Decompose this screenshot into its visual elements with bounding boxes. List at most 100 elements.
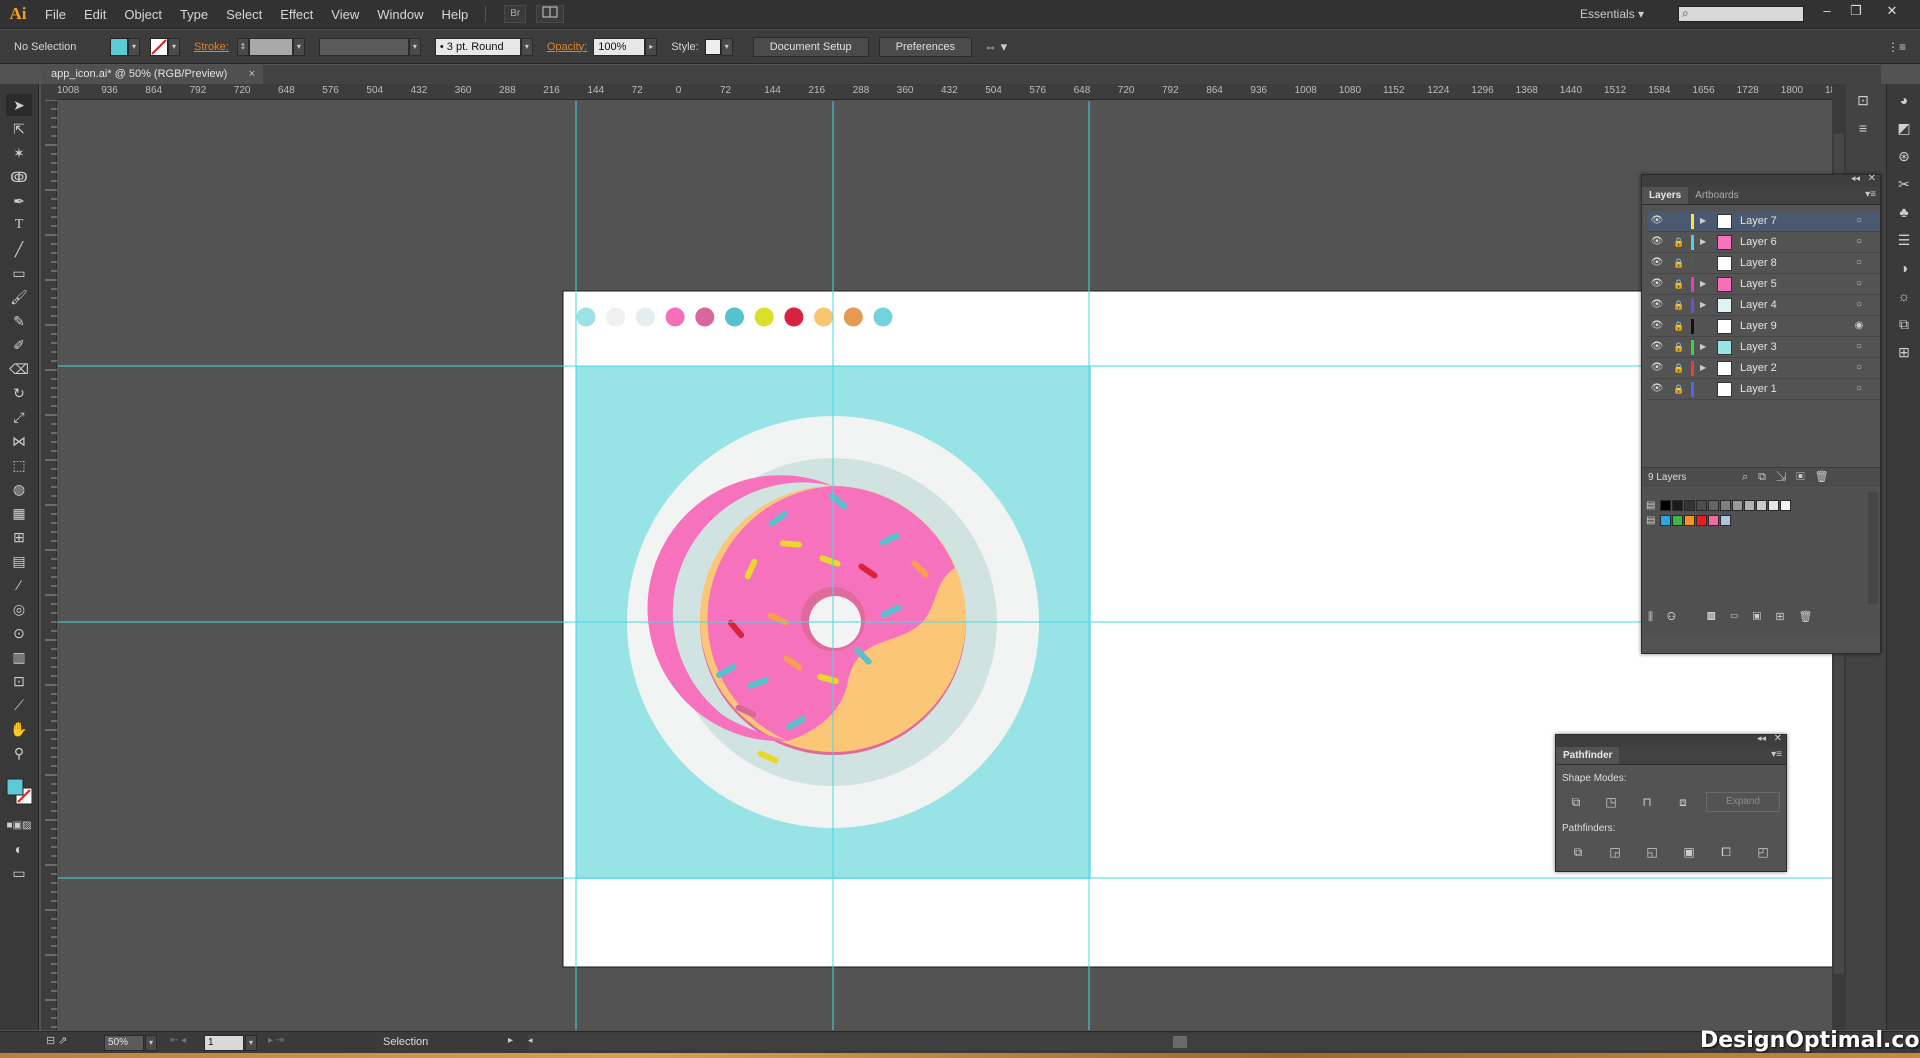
tab-artboards[interactable]: Artboards [1688,187,1745,204]
color-swatch[interactable] [1684,515,1695,526]
expand-arrow-icon[interactable]: ▶ [1700,211,1710,231]
stroke-weight-dropdown[interactable]: ▾ [292,37,305,56]
visibility-eye-icon[interactable]: 👁 [1649,379,1665,399]
menu-help[interactable]: Help [432,0,477,29]
target-icon[interactable]: ○ [1853,337,1865,357]
outline-icon[interactable]: ⧠ [1716,843,1736,861]
zoom-dropdown[interactable]: ▾ [145,1035,157,1051]
gradient-tool-icon[interactable]: ▤ [6,550,32,572]
stroke-panel-icon[interactable]: ☰ [1894,230,1914,250]
layer-name[interactable]: Layer 9 [1740,316,1777,336]
target-icon[interactable]: ○ [1853,358,1865,378]
layer-name[interactable]: Layer 3 [1740,337,1777,357]
layer-name[interactable]: Layer 1 [1740,379,1777,399]
visibility-eye-icon[interactable]: 👁 [1649,211,1665,231]
minus-back-icon[interactable]: ◰ [1753,843,1773,861]
visibility-eye-icon[interactable]: 👁 [1649,274,1665,294]
color-swatch[interactable] [1660,515,1671,526]
color-swatch[interactable] [1684,500,1695,511]
layer-name[interactable]: Layer 4 [1740,295,1777,315]
color-swatch[interactable] [1696,515,1707,526]
width-tool-icon[interactable]: ⋈ [6,430,32,452]
color-swatch[interactable] [1708,515,1719,526]
crop-icon[interactable]: ▣ [1679,843,1699,861]
layer-row[interactable]: 👁 🔒 Layer 9 ◉ [1647,316,1880,337]
palette-dot[interactable] [635,307,655,327]
style-swatch[interactable] [704,38,721,55]
target-icon[interactable]: ◉ [1853,316,1865,336]
zoom-field[interactable]: 50% [104,1035,144,1051]
paintbrush-tool-icon[interactable]: 🖌 [6,286,32,308]
appearance-panel-icon[interactable]: ☼ [1894,286,1914,306]
magic-wand-tool-icon[interactable]: ✶ [6,142,32,164]
artboard-tool-icon[interactable]: ⊡ [6,670,32,692]
mesh-tool-icon[interactable]: ⊞ [6,526,32,548]
expand-arrow-icon[interactable]: ▶ [1700,295,1710,315]
color-swatch[interactable] [1696,500,1707,511]
rotate-tool-icon[interactable]: ↻ [6,382,32,404]
ruler-origin[interactable] [41,84,57,100]
horizontal-ruler[interactable]: 1008 936 864 792 720 648 576 504 432 360 288 216 144… [57,84,1832,100]
restore-button[interactable]: ❐ [1844,0,1868,22]
tab-layers[interactable]: Layers [1642,187,1689,204]
vertical-ruler[interactable] [41,99,57,1030]
direct-selection-tool-icon[interactable]: ⇱ [6,118,32,140]
target-icon[interactable]: ○ [1853,295,1865,315]
lock-icon[interactable]: 🔒 [1671,379,1687,399]
palette-dot[interactable] [665,307,685,327]
canvas-area[interactable] [58,101,1832,1030]
palette-dot[interactable] [576,307,596,327]
collapse-pathfinder-icon[interactable]: ◂◂ [1757,733,1766,744]
unite-icon[interactable]: ⧉ [1566,793,1586,811]
fill-stroke-widget[interactable] [6,774,32,808]
target-icon[interactable]: ○ [1853,379,1865,399]
graphic-styles-icon[interactable]: ⧉ [1894,314,1914,334]
shape-builder-tool-icon[interactable]: ◍ [6,478,32,500]
color-swatch[interactable] [1720,500,1731,511]
palette-dot[interactable] [873,307,893,327]
layer-row[interactable]: 👁 🔒 Layer 1 ○ [1647,379,1880,400]
document-setup-button[interactable]: Document Setup [752,36,869,57]
blob-brush-tool-icon[interactable]: ✐ [6,334,32,356]
hand-tool-icon[interactable]: ✋ [6,718,32,740]
menu-edit[interactable]: Edit [75,0,115,29]
pathfinder-menu-icon[interactable]: ▾≡ [1771,749,1782,760]
color-swatch[interactable] [1780,500,1791,511]
lock-icon[interactable]: 🔒 [1671,316,1687,336]
stroke-weight-field[interactable] [248,37,293,56]
horizontal-scrollbar[interactable]: ◂ [528,1034,1828,1050]
visibility-eye-icon[interactable]: 👁 [1649,316,1665,336]
palette-dot[interactable] [695,307,715,327]
layer-row[interactable]: 👁 🔒 Layer 8 ○ [1647,253,1880,274]
layer-name[interactable]: Layer 5 [1740,274,1777,294]
color-swatch[interactable] [1672,515,1683,526]
layer-name[interactable]: Layer 2 [1740,358,1777,378]
document-tab[interactable]: app_icon.ai* @ 50% (RGB/Preview) × [41,65,263,84]
visibility-eye-icon[interactable]: 👁 [1649,358,1665,378]
brush-dropdown[interactable]: ▾ [520,37,533,56]
palette-dot[interactable] [606,307,626,327]
arrange-icon[interactable]: ⇔ ▾ [984,39,1007,55]
lock-icon[interactable]: 🔒 [1671,295,1687,315]
layer-footer-icons[interactable]: ⌕⧉⇲▣🗑 [1742,470,1839,484]
stroke-swatch[interactable] [150,37,168,56]
blend-tool-icon[interactable]: ◎ [6,598,32,620]
fill-dropdown[interactable]: ▾ [128,37,140,56]
selection-tool-icon[interactable]: ➤ [6,94,32,116]
eraser-tool-icon[interactable]: ⌫ [6,358,32,380]
artboard-field[interactable]: 1 [204,1035,244,1051]
palette-dot[interactable] [784,307,804,327]
opacity-label[interactable]: Opacity: [547,41,587,53]
layer-name[interactable]: Layer 7 [1740,211,1777,231]
pen-tool-icon[interactable]: ✒ [6,190,32,212]
scale-tool-icon[interactable]: ⤢ [6,406,32,428]
artboard-nav-next[interactable]: ▸ ⇥ [268,1035,284,1046]
minus-front-icon[interactable]: ◳ [1601,793,1621,811]
artboards-panel-icon[interactable]: ⊡ [1853,90,1873,110]
color-swatch[interactable] [1756,500,1767,511]
variable-width-profile[interactable] [318,37,409,56]
target-icon[interactable]: ○ [1853,232,1865,252]
layer-row[interactable]: 👁 🔒 ▶ Layer 3 ○ [1647,337,1880,358]
workspace-switcher[interactable]: Essentials ▾ [1580,0,1644,29]
menu-object[interactable]: Object [115,0,171,29]
